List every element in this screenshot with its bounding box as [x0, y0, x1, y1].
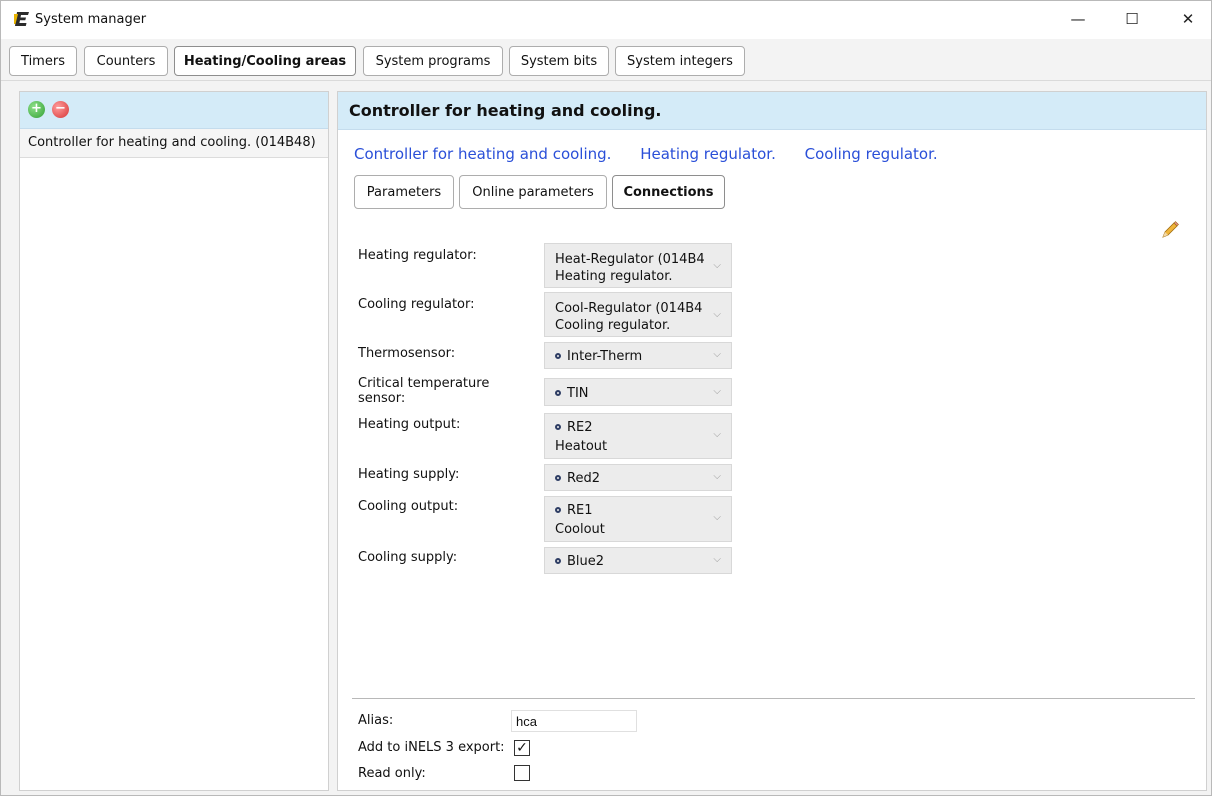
tab-counters[interactable]: Counters: [84, 46, 168, 76]
thermosensor-value: Inter-Therm: [567, 349, 643, 364]
heating-regulator-value: Heat-Regulator (014B4: [555, 252, 705, 267]
connection-dot-icon: [555, 558, 561, 564]
cooling-supply-label: Cooling supply:: [358, 550, 458, 565]
heating-regulator-select[interactable]: Heat-Regulator (014B4 Heating regulator.…: [544, 243, 732, 288]
cooling-supply-select[interactable]: Blue2 ⌵: [544, 547, 732, 574]
heating-supply-label: Heating supply:: [358, 467, 460, 482]
app-logo-icon: [14, 12, 29, 26]
connection-dot-icon: [555, 507, 561, 513]
chevron-down-icon: ⌵: [713, 386, 721, 397]
system-manager-window: System manager — ☐ ✕ Timers Counters Hea…: [0, 0, 1212, 796]
chevron-down-icon: ⌵: [713, 349, 721, 360]
pencil-icon[interactable]: [1160, 220, 1180, 240]
connection-dot-icon: [555, 424, 561, 430]
list-toolbar: + −: [20, 92, 328, 129]
alias-label: Alias:: [358, 713, 394, 728]
title-bar: System manager — ☐ ✕: [1, 1, 1211, 39]
cooling-regulator-label: Cooling regulator:: [358, 297, 475, 312]
minimize-button[interactable]: —: [1055, 1, 1101, 37]
tab-timers[interactable]: Timers: [9, 46, 77, 76]
add-circle-icon[interactable]: +: [28, 101, 45, 118]
breadcrumb-links: Controller for heating and cooling. Heat…: [354, 145, 962, 163]
areas-list-panel: + − Controller for heating and cooling. …: [19, 91, 329, 791]
cooling-supply-value: Blue2: [567, 554, 605, 569]
checkmark-icon: ✓: [516, 740, 528, 756]
critical-temperature-sensor-label: Critical temperature sensor:: [358, 376, 490, 406]
link-controller[interactable]: Controller for heating and cooling.: [354, 145, 611, 163]
link-cooling-regulator[interactable]: Cooling regulator.: [805, 145, 938, 163]
chevron-down-icon: ⌵: [713, 471, 721, 482]
list-item[interactable]: Controller for heating and cooling. (014…: [20, 129, 328, 158]
chevron-down-icon: ⌵: [713, 309, 721, 320]
tab-online-parameters[interactable]: Online parameters: [459, 175, 607, 209]
tab-connections[interactable]: Connections: [612, 175, 725, 209]
critical-temperature-sensor-value: TIN: [567, 386, 589, 401]
thermosensor-select[interactable]: Inter-Therm ⌵: [544, 342, 732, 369]
detail-header: Controller for heating and cooling.: [338, 92, 1206, 130]
link-heating-regulator[interactable]: Heating regulator.: [640, 145, 776, 163]
heating-supply-select[interactable]: Red2 ⌵: [544, 464, 732, 491]
connection-dot-icon: [555, 353, 561, 359]
window-title: System manager: [35, 12, 147, 27]
top-tab-bar: Timers Counters Heating/Cooling areas Sy…: [1, 39, 1211, 81]
cooling-output-value: RE1: [567, 503, 593, 518]
cooling-regulator-value: Cool-Regulator (014B4: [555, 301, 703, 316]
chevron-down-icon: ⌵: [713, 429, 721, 440]
chevron-down-icon: ⌵: [713, 260, 721, 271]
read-only-checkbox[interactable]: [514, 765, 530, 781]
heating-output-select[interactable]: RE2 Heatout ⌵: [544, 413, 732, 459]
detail-panel: Controller for heating and cooling. Cont…: [337, 91, 1207, 791]
tab-system-integers[interactable]: System integers: [615, 46, 745, 76]
heating-regulator-description: Heating regulator.: [555, 269, 673, 284]
tab-system-programs[interactable]: System programs: [363, 46, 503, 76]
remove-circle-icon[interactable]: −: [52, 101, 69, 118]
add-to-export-label: Add to iNELS 3 export:: [358, 740, 505, 755]
heating-output-description: Heatout: [555, 439, 608, 454]
close-button[interactable]: ✕: [1165, 1, 1211, 37]
cooling-output-select[interactable]: RE1 Coolout ⌵: [544, 496, 732, 542]
cooling-regulator-select[interactable]: Cool-Regulator (014B4 Cooling regulator.…: [544, 292, 732, 337]
critical-temperature-sensor-select[interactable]: TIN ⌵: [544, 378, 732, 406]
tab-parameters[interactable]: Parameters: [354, 175, 454, 209]
read-only-label: Read only:: [358, 766, 426, 781]
tab-heating-cooling-areas[interactable]: Heating/Cooling areas: [174, 46, 356, 76]
heating-supply-value: Red2: [567, 471, 600, 486]
chevron-down-icon: ⌵: [713, 512, 721, 523]
cooling-output-label: Cooling output:: [358, 499, 459, 514]
chevron-down-icon: ⌵: [713, 554, 721, 565]
maximize-button[interactable]: ☐: [1109, 1, 1155, 37]
add-to-export-checkbox[interactable]: ✓: [514, 740, 530, 756]
section-divider: [352, 698, 1195, 699]
connection-dot-icon: [555, 390, 561, 396]
page-title: Controller for heating and cooling.: [349, 101, 662, 120]
heating-regulator-label: Heating regulator:: [358, 248, 477, 263]
thermosensor-label: Thermosensor:: [358, 346, 456, 361]
cooling-output-description: Coolout: [555, 522, 605, 537]
minimize-icon: —: [1070, 10, 1086, 28]
heating-output-value: RE2: [567, 420, 593, 435]
tab-system-bits[interactable]: System bits: [509, 46, 609, 76]
maximize-icon: ☐: [1125, 10, 1139, 28]
close-icon: ✕: [1181, 10, 1195, 28]
cooling-regulator-description: Cooling regulator.: [555, 318, 671, 333]
heating-output-label: Heating output:: [358, 417, 461, 432]
connection-dot-icon: [555, 475, 561, 481]
alias-input[interactable]: [511, 710, 637, 732]
